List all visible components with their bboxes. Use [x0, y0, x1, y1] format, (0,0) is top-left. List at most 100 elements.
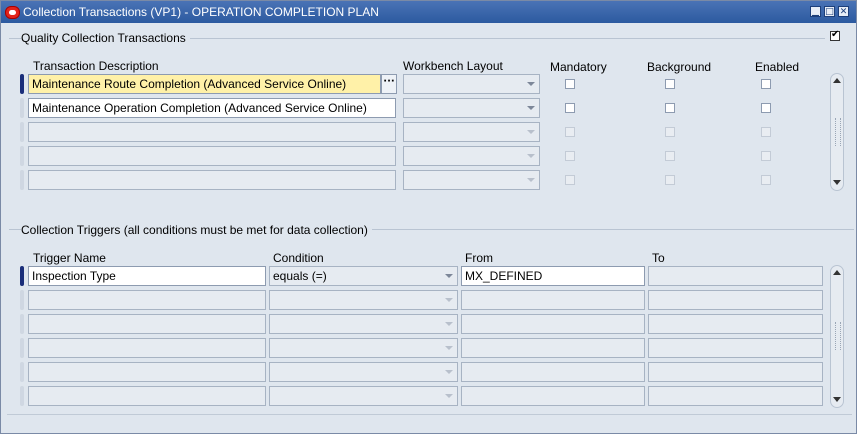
- chevron-down-icon[interactable]: [527, 130, 535, 134]
- collection-transactions-window: Collection Transactions (VP1) - OPERATIO…: [0, 0, 857, 434]
- row-indicator[interactable]: [20, 146, 24, 166]
- transactions-scrollbar[interactable]: [830, 73, 844, 191]
- section-checkbox[interactable]: [830, 29, 840, 41]
- triggers-scrollbar[interactable]: [830, 265, 844, 408]
- from-value-field[interactable]: [461, 290, 645, 310]
- to-value-field[interactable]: [648, 362, 823, 382]
- header-to: To: [652, 251, 665, 265]
- header-from: From: [465, 251, 493, 265]
- header-enabled: Enabled: [755, 60, 800, 74]
- trigger-name-field[interactable]: [28, 314, 266, 334]
- workbench-layout-dropdown[interactable]: [403, 74, 540, 94]
- chevron-down-icon[interactable]: [445, 322, 453, 326]
- header-background: Background: [647, 60, 712, 74]
- row-indicator[interactable]: [20, 74, 24, 94]
- row-indicator[interactable]: [20, 386, 24, 406]
- chevron-down-icon[interactable]: [445, 370, 453, 374]
- background-checkbox[interactable]: [665, 127, 675, 137]
- condition-dropdown[interactable]: equals (=): [269, 266, 458, 286]
- condition-dropdown[interactable]: [269, 290, 458, 310]
- transaction-description-field[interactable]: [28, 122, 396, 142]
- maximize-icon[interactable]: □: [824, 6, 835, 17]
- to-value-field[interactable]: [648, 338, 823, 358]
- from-value-field[interactable]: [461, 338, 645, 358]
- header-trigger-name: Trigger Name: [33, 251, 106, 265]
- chevron-down-icon[interactable]: [527, 178, 535, 182]
- mandatory-checkbox[interactable]: [565, 103, 575, 113]
- workbench-layout-dropdown[interactable]: [403, 98, 540, 118]
- oracle-logo-icon: [5, 6, 20, 19]
- row-indicator[interactable]: [20, 314, 24, 334]
- transaction-description-field[interactable]: Maintenance Operation Completion (Advanc…: [28, 98, 396, 118]
- mandatory-checkbox[interactable]: [565, 79, 575, 89]
- condition-dropdown[interactable]: [269, 386, 458, 406]
- window-bottom-border: [7, 414, 852, 415]
- to-value-field[interactable]: [648, 290, 823, 310]
- chevron-down-icon[interactable]: [445, 346, 453, 350]
- chevron-down-icon[interactable]: [527, 154, 535, 158]
- workbench-layout-dropdown[interactable]: [403, 170, 540, 190]
- from-value-field[interactable]: [461, 314, 645, 334]
- scroll-up-icon[interactable]: [833, 76, 841, 84]
- scroll-grip-icon[interactable]: [835, 322, 841, 350]
- background-checkbox[interactable]: [665, 151, 675, 161]
- mandatory-checkbox[interactable]: [565, 151, 575, 161]
- row-indicator[interactable]: [20, 290, 24, 310]
- scroll-down-icon[interactable]: [833, 178, 841, 186]
- scroll-grip-icon[interactable]: [835, 118, 841, 146]
- minimize-icon[interactable]: ▁: [810, 6, 821, 17]
- condition-dropdown[interactable]: [269, 362, 458, 382]
- workbench-layout-dropdown[interactable]: [403, 146, 540, 166]
- row-indicator[interactable]: [20, 122, 24, 142]
- trigger-name-field[interactable]: [28, 362, 266, 382]
- background-checkbox[interactable]: [665, 79, 675, 89]
- condition-dropdown[interactable]: [269, 338, 458, 358]
- mandatory-checkbox[interactable]: [565, 127, 575, 137]
- enabled-checkbox[interactable]: [761, 103, 771, 113]
- transaction-description-field[interactable]: Maintenance Route Completion (Advanced S…: [28, 74, 381, 94]
- transactions-section-title: Quality Collection Transactions: [21, 31, 190, 45]
- chevron-down-icon[interactable]: [527, 106, 535, 110]
- trigger-name-field[interactable]: [28, 338, 266, 358]
- header-workbench-layout: Workbench Layout: [403, 59, 503, 73]
- chevron-down-icon[interactable]: [527, 82, 535, 86]
- window-title: Collection Transactions (VP1) - OPERATIO…: [23, 5, 379, 19]
- close-icon[interactable]: ✕: [838, 6, 849, 17]
- row-indicator[interactable]: [20, 338, 24, 358]
- row-indicator[interactable]: [20, 362, 24, 382]
- triggers-section-title: Collection Triggers (all conditions must…: [21, 223, 372, 237]
- background-checkbox[interactable]: [665, 175, 675, 185]
- enabled-checkbox[interactable]: [761, 175, 771, 185]
- chevron-down-icon[interactable]: [445, 274, 453, 278]
- condition-dropdown[interactable]: [269, 314, 458, 334]
- workbench-layout-dropdown[interactable]: [403, 122, 540, 142]
- to-value-field[interactable]: [648, 386, 823, 406]
- row-indicator[interactable]: [20, 266, 24, 286]
- header-mandatory: Mandatory: [550, 60, 607, 74]
- transaction-description-field[interactable]: [28, 146, 396, 166]
- to-value-field[interactable]: [648, 314, 823, 334]
- trigger-name-field[interactable]: [28, 290, 266, 310]
- title-bar[interactable]: Collection Transactions (VP1) - OPERATIO…: [1, 1, 856, 23]
- enabled-checkbox[interactable]: [761, 127, 771, 137]
- enabled-checkbox[interactable]: [761, 79, 771, 89]
- trigger-name-field[interactable]: Inspection Type: [28, 266, 266, 286]
- row-indicator[interactable]: [20, 98, 24, 118]
- condition-value: equals (=): [273, 269, 327, 283]
- transaction-description-field[interactable]: [28, 170, 396, 190]
- from-value-field[interactable]: MX_DEFINED: [461, 266, 645, 286]
- chevron-down-icon[interactable]: [445, 394, 453, 398]
- from-value-field[interactable]: [461, 386, 645, 406]
- background-checkbox[interactable]: [665, 103, 675, 113]
- mandatory-checkbox[interactable]: [565, 175, 575, 185]
- from-value-field[interactable]: [461, 362, 645, 382]
- enabled-checkbox[interactable]: [761, 151, 771, 161]
- scroll-down-icon[interactable]: [833, 395, 841, 403]
- to-value-field[interactable]: [648, 266, 823, 286]
- row-indicator[interactable]: [20, 170, 24, 190]
- scroll-up-icon[interactable]: [833, 268, 841, 276]
- list-of-values-button[interactable]: ···: [381, 74, 397, 94]
- chevron-down-icon[interactable]: [445, 298, 453, 302]
- header-condition: Condition: [273, 251, 324, 265]
- trigger-name-field[interactable]: [28, 386, 266, 406]
